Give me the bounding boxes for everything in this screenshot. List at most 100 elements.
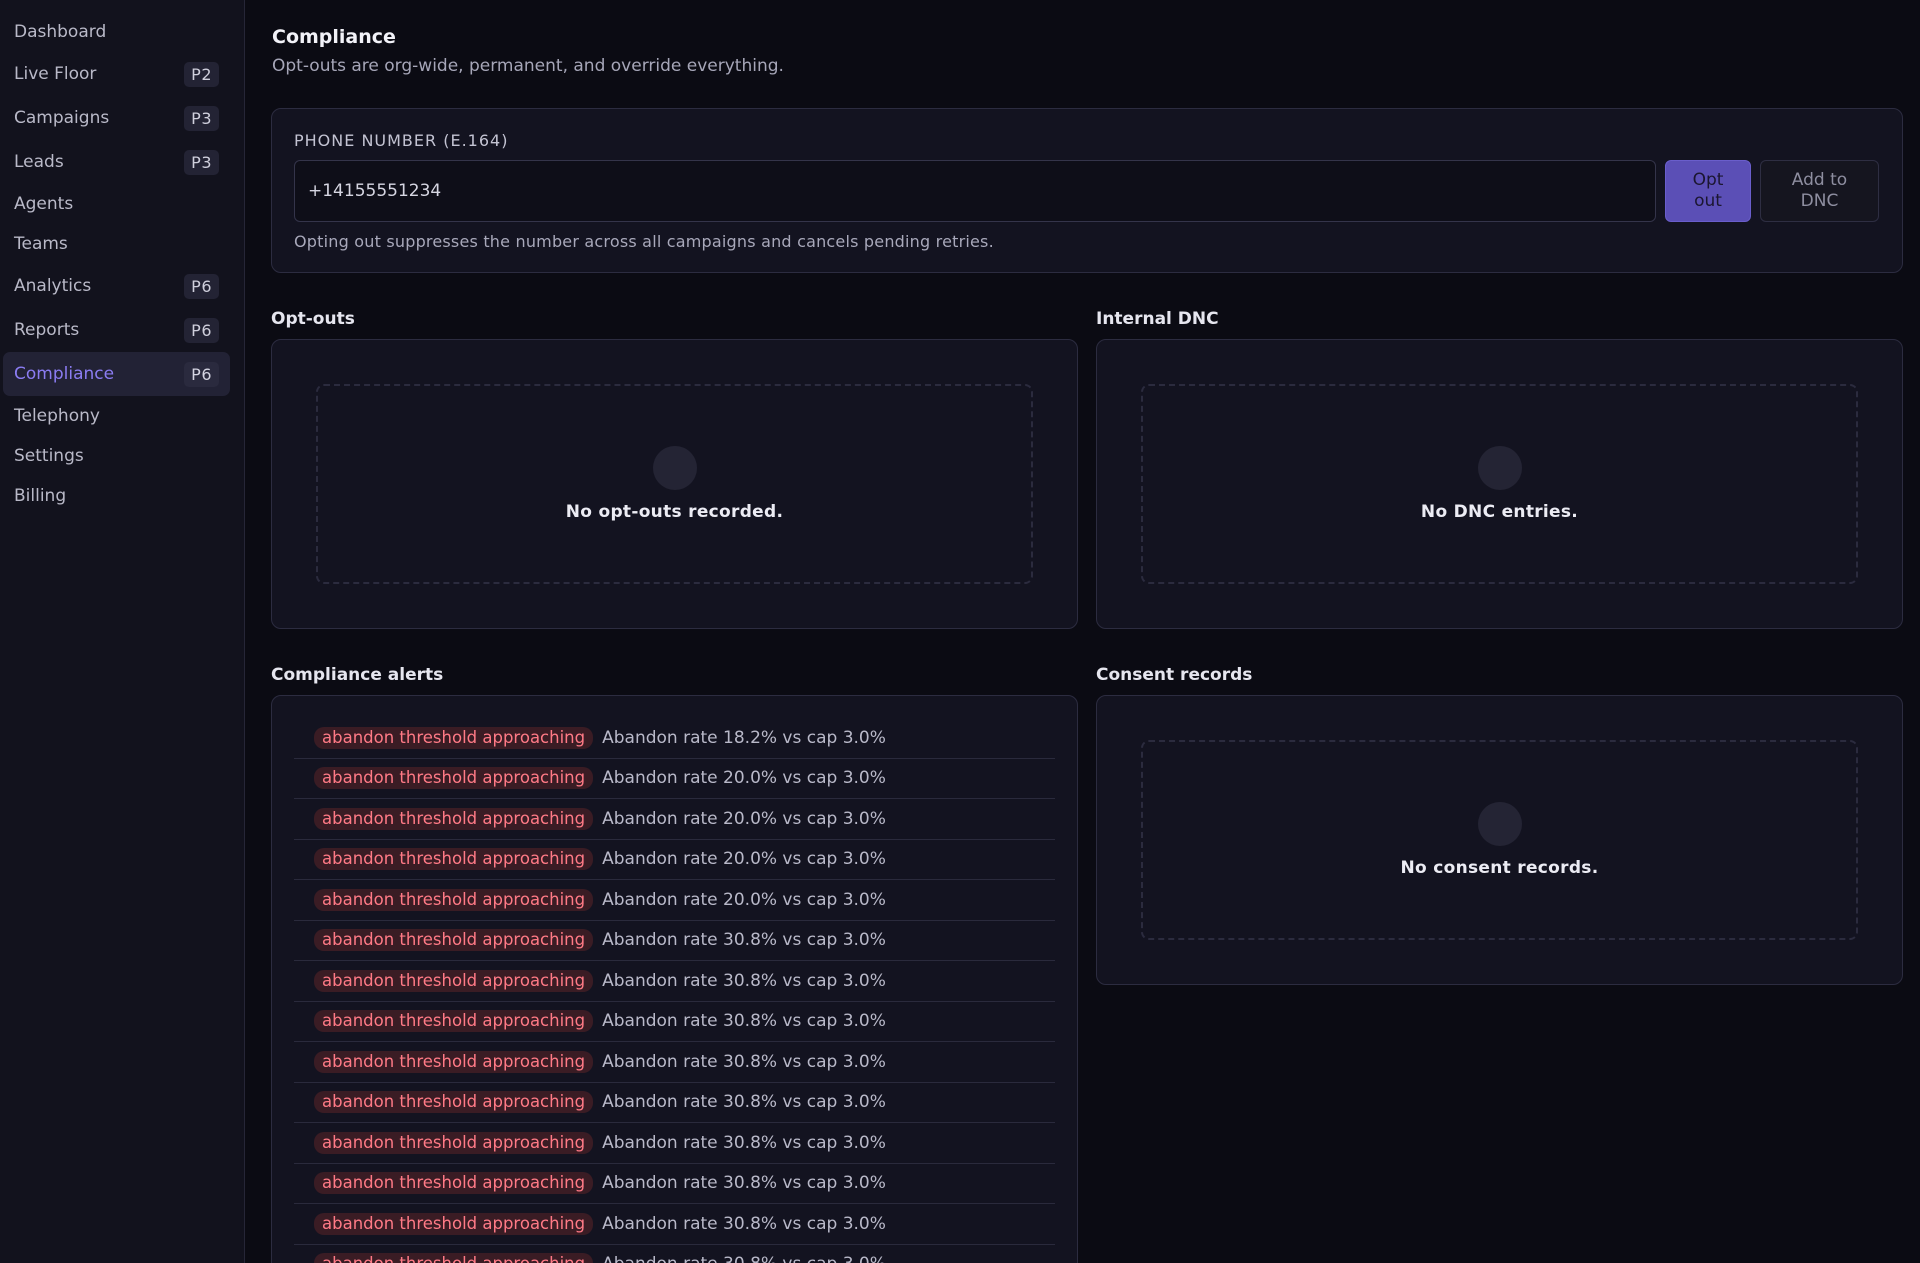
sidebar-item-label: Dashboard [14, 22, 107, 42]
alert-tag: abandon threshold approaching [314, 767, 594, 790]
consent-title: Consent records [1096, 665, 1253, 685]
sidebar-item-billing[interactable]: Billing [3, 476, 230, 516]
sidebar-item-label: Leads [14, 152, 64, 172]
add-dnc-label-line1: Add to [1791, 170, 1848, 190]
alert-text: Abandon rate 30.8% vs cap 3.0% [602, 1132, 886, 1153]
alert-row: abandon threshold approaching Abandon rat… [294, 880, 1055, 921]
alert-row: abandon threshold approaching Abandon rat… [294, 799, 1055, 840]
alerts-card: abandon threshold approaching Abandon rat… [271, 695, 1078, 1263]
alert-row: abandon threshold approaching Abandon rat… [294, 921, 1055, 961]
alert-row: abandon threshold approaching Abandon rat… [294, 1042, 1055, 1083]
sidebar-item-agents[interactable]: Agents [3, 184, 230, 224]
sidebar-item-leads[interactable]: Leads P3 [3, 140, 230, 184]
phase-badge: P6 [184, 361, 219, 387]
alert-text: Abandon rate 30.8% vs cap 3.0% [602, 1092, 886, 1113]
opt-out-label-line2: out [1694, 191, 1722, 211]
alert-text: Abandon rate 20.0% vs cap 3.0% [602, 808, 886, 829]
empty-state-icon [652, 446, 697, 490]
sidebar-item-label: Compliance [14, 364, 115, 384]
alert-text: Abandon rate 20.0% vs cap 3.0% [602, 768, 886, 789]
alert-row: abandon threshold approaching Abandon rat… [294, 961, 1055, 1002]
dnc-section: Internal DNC No DNC entries. [1096, 309, 1903, 629]
phase-badge: P6 [184, 317, 219, 343]
opt-out-label-line1: Opt [1692, 170, 1724, 190]
optouts-section: Opt-outs No opt-outs recorded. [271, 309, 1078, 629]
empty-state-icon [1477, 802, 1522, 846]
panels-grid: Opt-outs No opt-outs recorded. Internal … [271, 309, 1903, 1263]
sidebar-item-label: Agents [14, 194, 74, 214]
sidebar-item-settings[interactable]: Settings [3, 436, 230, 476]
sidebar-item-analytics[interactable]: Analytics P6 [3, 264, 230, 308]
consent-section: Consent records No consent records. [1096, 665, 1903, 1263]
phone-number-input[interactable] [294, 160, 1656, 222]
alerts-title: Compliance alerts [271, 665, 444, 685]
empty-state-icon [1477, 446, 1522, 490]
sidebar-item-label: Reports [14, 320, 80, 340]
alert-row: abandon threshold approaching Abandon rat… [294, 1204, 1055, 1245]
alert-row: abandon threshold approaching Abandon rat… [294, 840, 1055, 880]
alert-text: Abandon rate 20.0% vs cap 3.0% [602, 889, 886, 910]
alert-tag: abandon threshold approaching [314, 888, 594, 911]
sidebar-item-live-floor[interactable]: Live Floor P2 [3, 52, 230, 96]
sidebar-item-label: Live Floor [14, 64, 97, 84]
alert-tag: abandon threshold approaching [314, 1010, 594, 1033]
alert-tag: abandon threshold approaching [314, 1172, 594, 1195]
sidebar-item-reports[interactable]: Reports P6 [3, 308, 230, 352]
add-dnc-label-line2: DNC [1800, 191, 1839, 211]
alert-row: abandon threshold approaching Abandon rat… [294, 1164, 1055, 1204]
alert-row: abandon threshold approaching Abandon rat… [294, 759, 1055, 799]
empty-state: No consent records. [1141, 740, 1858, 940]
sidebar-item-label: Settings [14, 446, 84, 466]
empty-state-text: No opt-outs recorded. [565, 502, 784, 522]
sidebar-item-label: Billing [14, 486, 67, 506]
phase-badge: P6 [184, 273, 219, 299]
alert-tag: abandon threshold approaching [314, 969, 594, 992]
alert-row: abandon threshold approaching Abandon rat… [294, 1002, 1055, 1042]
alert-tag: abandon threshold approaching [314, 807, 594, 830]
sidebar-item-label: Analytics [14, 276, 92, 296]
app: Dashboard Live Floor P2 Campaigns P3 Lea… [0, 0, 1920, 1263]
alert-tag: abandon threshold approaching [314, 929, 594, 952]
consent-card: No consent records. [1096, 695, 1903, 985]
phone-form-row: Opt out Add to DNC [294, 160, 1880, 222]
alert-text: Abandon rate 30.8% vs cap 3.0% [602, 1173, 886, 1194]
alert-tag: abandon threshold approaching [314, 1050, 594, 1073]
alert-text: Abandon rate 30.8% vs cap 3.0% [602, 930, 886, 951]
optouts-card: No opt-outs recorded. [271, 339, 1078, 629]
sidebar-item-dashboard[interactable]: Dashboard [3, 12, 230, 52]
add-to-dnc-button[interactable]: Add to DNC [1760, 160, 1879, 222]
sidebar-item-label: Telephony [14, 406, 100, 426]
sidebar-item-telephony[interactable]: Telephony [3, 396, 230, 436]
alert-text: Abandon rate 30.8% vs cap 3.0% [602, 1213, 886, 1234]
sidebar-item-teams[interactable]: Teams [3, 224, 230, 264]
phase-badge: P3 [184, 149, 219, 175]
phone-help-text: Opting out suppresses the number across … [294, 232, 994, 251]
alert-row: abandon threshold approaching Abandon rat… [294, 718, 1055, 759]
optouts-title: Opt-outs [271, 309, 355, 329]
sidebar-item-label: Campaigns [14, 108, 110, 128]
alert-tag: abandon threshold approaching [314, 1091, 594, 1114]
sidebar-item-compliance[interactable]: Compliance P6 [3, 352, 230, 396]
alert-row: abandon threshold approaching Abandon rat… [294, 1083, 1055, 1123]
alert-tag: abandon threshold approaching [314, 1253, 594, 1263]
empty-state: No DNC entries. [1141, 384, 1858, 584]
alert-text: Abandon rate 20.0% vs cap 3.0% [602, 849, 886, 870]
opt-out-button[interactable]: Opt out [1665, 160, 1751, 222]
phase-badge: P3 [184, 105, 219, 131]
empty-state-text: No DNC entries. [1420, 502, 1579, 522]
alert-row: abandon threshold approaching Abandon rat… [294, 1245, 1055, 1263]
alert-tag: abandon threshold approaching [314, 848, 594, 871]
dnc-card: No DNC entries. [1096, 339, 1903, 629]
alerts-section: Compliance alerts abandon threshold appr… [271, 665, 1078, 1263]
sidebar: Dashboard Live Floor P2 Campaigns P3 Lea… [0, 0, 245, 1263]
alert-text: Abandon rate 18.2% vs cap 3.0% [602, 727, 886, 748]
alert-text: Abandon rate 30.8% vs cap 3.0% [602, 1254, 886, 1263]
alert-row: abandon threshold approaching Abandon rat… [294, 1123, 1055, 1164]
page-subtitle: Opt-outs are org-wide, permanent, and ov… [272, 56, 784, 76]
phone-form-card: PHONE NUMBER (E.164) Opt out Add to DNC … [271, 108, 1903, 273]
phone-number-label: PHONE NUMBER (E.164) [294, 131, 509, 150]
dnc-title: Internal DNC [1096, 309, 1219, 329]
sidebar-item-campaigns[interactable]: Campaigns P3 [3, 96, 230, 140]
page-title: Compliance [272, 26, 396, 48]
empty-state: No opt-outs recorded. [316, 384, 1033, 584]
